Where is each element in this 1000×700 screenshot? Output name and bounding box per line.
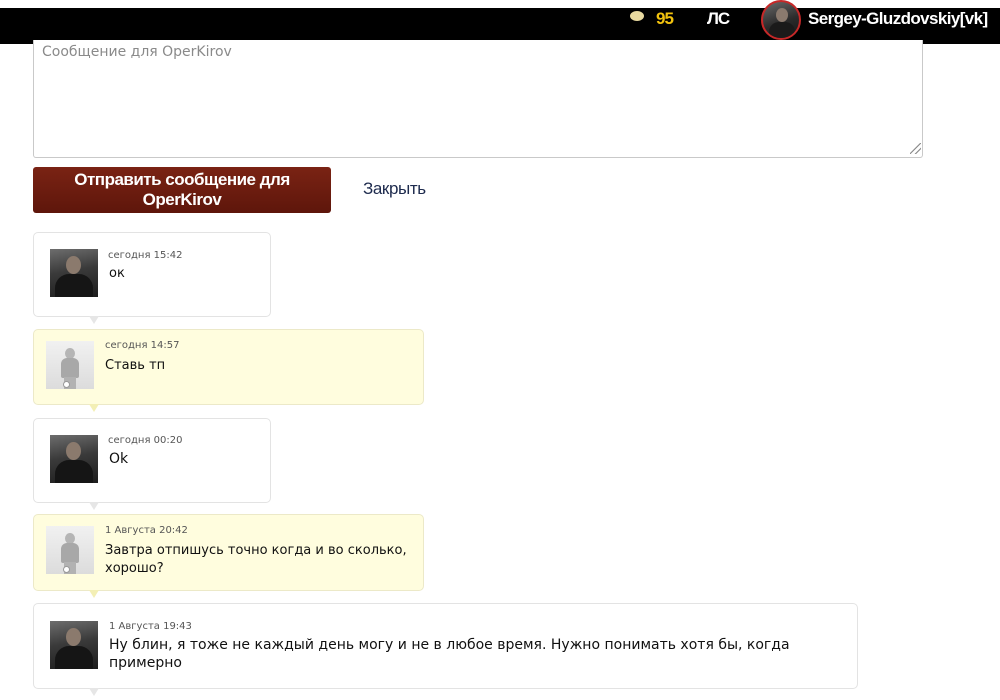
message-item: 1 Августа 20:42 Завтра отпишусь точно ко… [33,514,424,598]
username-link[interactable]: Sergey-Gluzdovskiy[vk] [808,9,988,29]
sender-avatar[interactable] [46,341,94,389]
send-message-button[interactable]: Отправить сообщение для OperKirov [33,167,331,213]
avatar-body [55,460,93,483]
message-time: сегодня 15:42 [108,250,183,261]
message-text: Ok [109,451,129,467]
message-text: ок [109,266,125,281]
avatar-head [66,256,81,274]
message-text: Завтра отпишусь точно когда и во сколько… [105,543,407,576]
sender-avatar[interactable] [50,621,98,669]
bubble-tail [89,590,99,598]
message-text: Ну блин, я тоже не каждый день могу и не… [109,637,790,671]
message-time: сегодня 14:57 [105,340,180,351]
bubble-tail [89,404,99,412]
football-icon [63,566,70,573]
sender-avatar[interactable] [50,249,98,297]
coin-balance[interactable]: 95 [656,9,674,29]
avatar-head [776,8,788,22]
top-bar: 95 ЛС Sergey-Gluzdovskiy[vk] [0,0,1000,44]
avatar-head [66,442,81,460]
bubble-tail [89,688,99,696]
avatar-head [66,628,81,646]
avatar-body [55,274,93,297]
message-item: сегодня 15:42 ок [33,232,271,324]
private-messages-link[interactable]: ЛС [707,9,730,29]
close-link[interactable]: Закрыть [363,179,426,199]
message-text: Ставь тп [105,358,166,373]
message-item: 1 Августа 19:43 Ну блин, я тоже не кажды… [33,603,858,696]
avatar-body [55,646,93,669]
resize-handle-icon[interactable] [910,143,921,154]
message-time: 1 Августа 20:42 [105,525,188,536]
bubble-tail [89,316,99,324]
message-time: сегодня 00:20 [108,435,183,446]
avatar-body [61,543,79,563]
bubble-tail [89,502,99,510]
message-item: сегодня 14:57 Ставь тп [33,329,424,412]
user-avatar[interactable] [761,0,801,40]
sender-avatar[interactable] [50,435,98,483]
football-icon [63,381,70,388]
message-input[interactable] [33,40,923,158]
message-item: сегодня 00:20 Ok [33,418,271,510]
sender-avatar[interactable] [46,526,94,574]
coin-icon [630,11,644,21]
avatar-body [769,22,795,38]
message-time: 1 Августа 19:43 [109,621,192,632]
avatar-body [61,358,79,378]
